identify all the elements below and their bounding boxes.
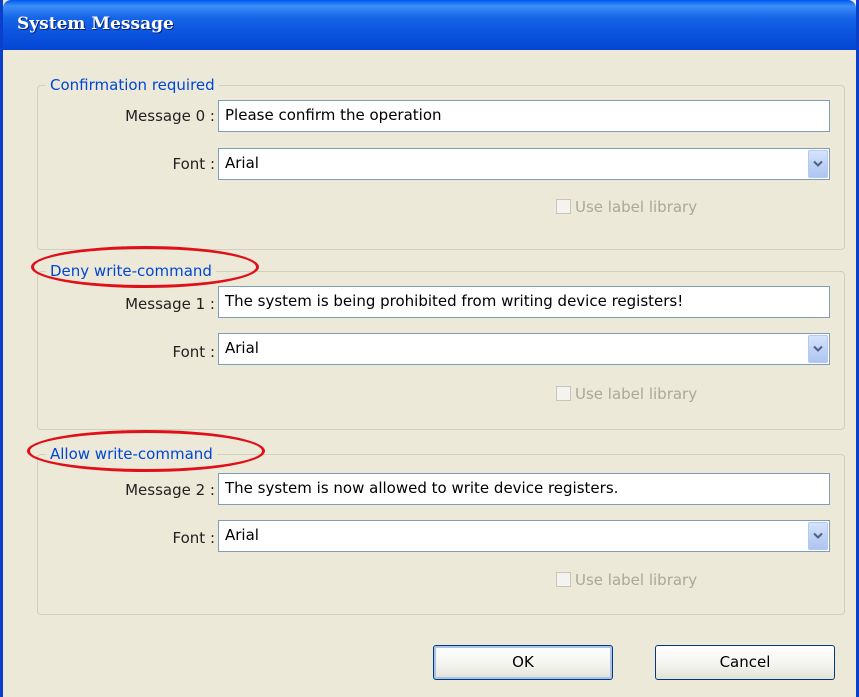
cancel-button[interactable]: Cancel	[655, 645, 835, 680]
use-label-library-2-label: Use label library	[575, 571, 698, 589]
font-2-value: Arial	[225, 526, 259, 544]
window-title: System Message	[17, 14, 174, 34]
message-2-input[interactable]: The system is now allowed to write devic…	[218, 473, 830, 505]
font-1-value: Arial	[225, 339, 259, 357]
use-label-library-0-checkbox[interactable]	[556, 199, 571, 214]
use-label-library-2-checkbox[interactable]	[556, 572, 571, 587]
use-label-library-0-label: Use label library	[575, 198, 698, 216]
font-0-select[interactable]: Arial	[218, 148, 830, 180]
dialog-body: Confirmation required Message 0 : Please…	[3, 50, 856, 697]
message-1-input[interactable]: The system is being prohibited from writ…	[218, 286, 830, 318]
font-2-select[interactable]: Arial	[218, 520, 830, 552]
chevron-down-icon[interactable]	[808, 335, 828, 363]
message-0-label: Message 0 :	[125, 107, 215, 125]
group-legend: Confirmation required	[46, 75, 219, 95]
highlight-circle	[31, 246, 259, 288]
use-label-library-1-checkbox[interactable]	[556, 386, 571, 401]
font-1-label: Font :	[172, 343, 215, 361]
font-0-value: Arial	[225, 154, 259, 172]
chevron-down-icon[interactable]	[808, 150, 828, 178]
font-2-label: Font :	[172, 529, 215, 547]
font-0-label: Font :	[172, 155, 215, 173]
message-0-input[interactable]: Please confirm the operation	[218, 100, 830, 132]
message-1-label: Message 1 :	[125, 295, 215, 313]
chevron-down-icon[interactable]	[808, 522, 828, 550]
system-message-dialog: System Message Confirmation required Mes…	[0, 0, 859, 697]
use-label-library-1-label: Use label library	[575, 385, 698, 403]
title-bar[interactable]: System Message	[3, 0, 856, 50]
ok-button[interactable]: OK	[433, 645, 613, 680]
highlight-circle	[27, 430, 265, 472]
message-2-label: Message 2 :	[125, 481, 215, 499]
font-1-select[interactable]: Arial	[218, 333, 830, 365]
